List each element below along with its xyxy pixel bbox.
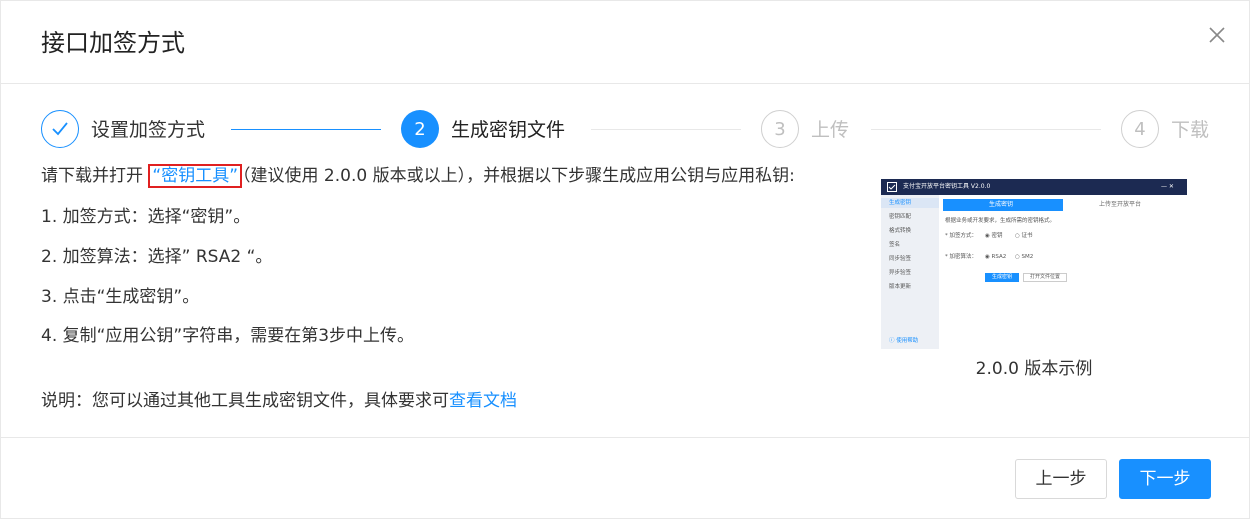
close-icon[interactable] bbox=[1203, 21, 1231, 49]
key-tool-link[interactable]: “密钥工具” bbox=[148, 164, 243, 188]
view-docs-link[interactable]: 查看文档 bbox=[449, 391, 517, 411]
step-3-label: 上传 bbox=[811, 119, 850, 141]
check-icon bbox=[52, 122, 68, 136]
step-2-label: 生成密钥文件 bbox=[451, 119, 566, 141]
instruction-4: 4. 复制“应用公钥”字符串，需要在第3步中上传。 bbox=[41, 326, 415, 346]
preview-caption: 2.0.0 版本示例 bbox=[975, 359, 1093, 379]
app-logo-icon bbox=[887, 182, 897, 192]
step-1-circle bbox=[41, 110, 79, 148]
preview-window-title: 支付宝开放平台密钥工具 V2.0.0 bbox=[903, 183, 991, 190]
preview-generate-button: 生成密钥 bbox=[985, 273, 1019, 282]
preview-sidebar-item: 格式转换 bbox=[889, 228, 912, 234]
step-connector-3 bbox=[871, 129, 1101, 130]
note-text: 说明：您可以通过其他工具生成密钥文件，具体要求可查看文档 bbox=[41, 389, 517, 413]
preview-titlebar: 支付宝开放平台密钥工具 V2.0.0 — ✕ bbox=[881, 179, 1187, 195]
preview-sidebar-item: 签名 bbox=[889, 242, 901, 248]
preview-sidebar-item: 同步验签 bbox=[889, 256, 912, 262]
preview-row2-option: ◉ RSA2 bbox=[985, 254, 1007, 260]
dialog: 接口加签方式 设置加签方式 2 生成密钥文件 3 上传 4 下载 请下载并打开 … bbox=[0, 0, 1250, 519]
preview-sidebar: 生成密钥 密钥匹配 格式转换 签名 同步验签 异步验签 版本更新 ⓘ 使用帮助 bbox=[881, 195, 939, 349]
step-connector-2 bbox=[591, 129, 741, 130]
preview-sidebar-item: 异步验签 bbox=[889, 270, 912, 276]
step-4-label: 下载 bbox=[1171, 119, 1210, 141]
preview-main: 生成密钥 上传至开放平台 根据业务或开发要求，生成所需的密钥格式。 * 加签方式… bbox=[939, 195, 1187, 349]
step-1-label: 设置加签方式 bbox=[91, 119, 206, 141]
step-connector-1 bbox=[231, 129, 381, 130]
instruction-1: 1. 加签方式：选择“密钥”。 bbox=[41, 207, 251, 227]
intro-text: 请下载并打开 “密钥工具” （建议使用 2.0.0 版本或以上），并根据以下步骤生… bbox=[41, 164, 795, 188]
next-step-button[interactable]: 下一步 bbox=[1119, 459, 1211, 499]
preview-sidebar-item: 密钥匹配 bbox=[889, 214, 912, 220]
preview-row2-label: * 加密算法： bbox=[945, 254, 977, 260]
prev-step-button[interactable]: 上一步 bbox=[1015, 459, 1107, 499]
intro-before: 请下载并打开 bbox=[41, 166, 149, 186]
preview-help-link: ⓘ 使用帮助 bbox=[889, 338, 919, 344]
preview-tab-inactive: 上传至开放平台 bbox=[1099, 201, 1142, 208]
preview-hint: 根据业务或开发要求，生成所需的密钥格式。 bbox=[945, 218, 1056, 224]
intro-after: （建议使用 2.0.0 版本或以上），并根据以下步骤生成应用公钥与应用私钥: bbox=[242, 166, 795, 186]
preview-row2-option: ○ SM2 bbox=[1015, 254, 1034, 260]
dialog-header: 接口加签方式 bbox=[1, 1, 1249, 84]
preview-sidebar-item: 生成密钥 bbox=[889, 200, 912, 206]
step-2-circle: 2 bbox=[401, 110, 439, 148]
step-3-circle: 3 bbox=[761, 110, 799, 148]
preview-window-controls: — ✕ bbox=[1161, 183, 1174, 190]
note-before: 说明：您可以通过其他工具生成密钥文件，具体要求可 bbox=[41, 391, 449, 411]
preview-row1-label: * 加签方式： bbox=[945, 233, 977, 239]
footer-divider bbox=[1, 437, 1249, 438]
instruction-3: 3. 点击“生成密钥”。 bbox=[41, 287, 200, 307]
tool-preview-image: 支付宝开放平台密钥工具 V2.0.0 — ✕ 生成密钥 密钥匹配 格式转换 签名… bbox=[881, 179, 1187, 349]
preview-row1-option: ○ 证书 bbox=[1015, 233, 1033, 239]
step-4-circle: 4 bbox=[1121, 110, 1159, 148]
preview-row1-option: ◉ 密钥 bbox=[985, 233, 1003, 239]
preview-sidebar-item: 版本更新 bbox=[889, 284, 912, 290]
instruction-2: 2. 加签算法：选择” RSA2 “。 bbox=[41, 247, 273, 267]
preview-open-location-button: 打开文件位置 bbox=[1023, 273, 1067, 282]
dialog-title: 接口加签方式 bbox=[41, 29, 185, 57]
preview-tab-active: 生成密钥 bbox=[943, 199, 1063, 211]
